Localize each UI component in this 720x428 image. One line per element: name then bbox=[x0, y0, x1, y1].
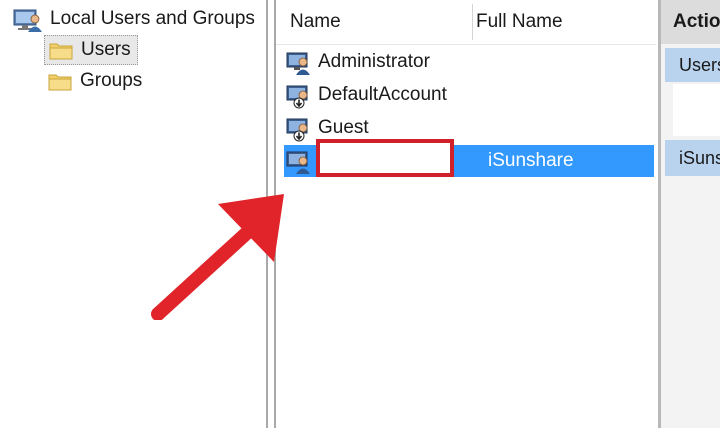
user-name: Administrator bbox=[318, 51, 430, 72]
user-disabled-icon bbox=[286, 85, 308, 109]
user-name: Guest bbox=[318, 117, 369, 138]
actions-section-users[interactable]: Users bbox=[665, 48, 720, 82]
column-header-full-name[interactable]: Full Name bbox=[476, 0, 652, 44]
user-icon bbox=[286, 151, 310, 174]
list-row-defaultaccount[interactable]: DefaultAccount bbox=[284, 79, 656, 111]
highlight-box bbox=[316, 139, 454, 177]
lusrmgr-window: Local Users and Groups Users Groups Name… bbox=[0, 0, 720, 428]
actions-header: Actio bbox=[661, 0, 720, 44]
users-group-icon bbox=[13, 9, 42, 32]
actions-list bbox=[673, 84, 720, 136]
tree-item-label: Groups bbox=[80, 70, 143, 91]
column-divider[interactable] bbox=[472, 4, 473, 40]
user-icon bbox=[286, 52, 310, 75]
actions-pane: Actio Users iSuns bbox=[658, 0, 720, 428]
user-full-name: iSunshare bbox=[488, 150, 574, 171]
list-row-administrator[interactable]: Administrator bbox=[284, 46, 656, 78]
actions-section-selected-user[interactable]: iSuns bbox=[665, 140, 720, 176]
users-list-pane: Name Full Name Administrator DefaultAcco… bbox=[274, 0, 656, 428]
list-row-isunshare[interactable]: iSunshare bbox=[284, 139, 654, 177]
header-divider bbox=[276, 44, 656, 45]
tree-item-users[interactable]: Users bbox=[44, 35, 138, 65]
tree-root-local-users-and-groups[interactable]: Local Users and Groups bbox=[12, 6, 255, 32]
user-name: DefaultAccount bbox=[318, 84, 447, 105]
folder-icon bbox=[48, 74, 72, 91]
pointer-arrow bbox=[151, 194, 284, 320]
tree-item-groups[interactable]: Groups bbox=[44, 67, 148, 95]
column-header-name[interactable]: Name bbox=[290, 0, 470, 44]
user-disabled-icon bbox=[286, 118, 308, 142]
tree-item-label: Users bbox=[81, 39, 131, 60]
tree-root-label: Local Users and Groups bbox=[50, 8, 255, 29]
folder-icon bbox=[49, 43, 73, 60]
